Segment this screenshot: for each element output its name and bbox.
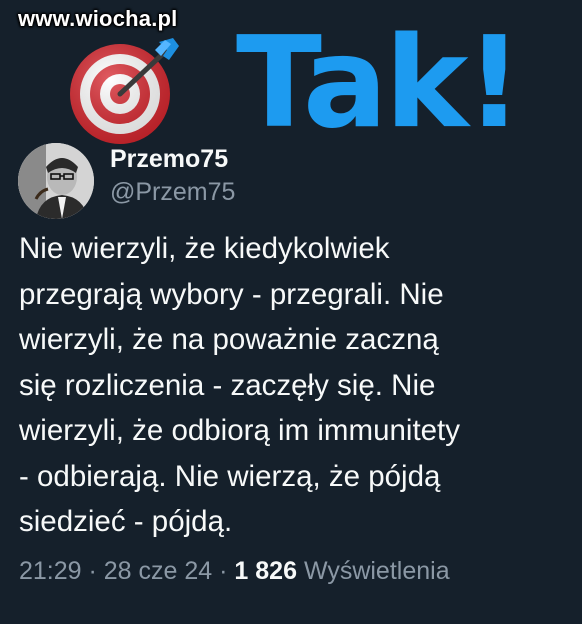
tweet-line: przegrają wybory - przegrali. Nie — [19, 277, 444, 311]
site-watermark: www.wiocha.pl — [18, 6, 178, 31]
target-with-arrow-icon — [70, 38, 179, 144]
tweet-date[interactable]: 28 cze 24 — [104, 557, 212, 585]
views-count[interactable]: 1 826 — [234, 557, 297, 585]
author-handle[interactable]: @Przem75 — [110, 178, 235, 207]
tweet-line: się rozliczenia - zaczęły się. Nie — [19, 368, 436, 402]
tweet-line: wierzyli, że odbiorą im immunitety — [19, 414, 460, 447]
tweet-line: - odbierają. Nie wierzą, że pójdą — [19, 459, 441, 493]
tweet-time[interactable]: 21:29 — [19, 557, 82, 585]
tweet-line: siedzieć - pójdą. — [19, 505, 233, 538]
meta-separator: · — [81, 557, 104, 585]
tweet-meta: 21:29 · 28 cze 24 · 1 826 Wyświetlenia — [19, 557, 450, 586]
headline-overlay: Tak! — [236, 9, 523, 156]
tweet-line: Nie wierzyli, że kiedykolwiek — [19, 232, 390, 265]
meta-separator: · — [212, 557, 235, 585]
profile-photo-icon — [18, 143, 94, 219]
tweet-body: Nie wierzyli, że kiedykolwiek przegrają … — [19, 226, 579, 545]
author-display-name[interactable]: Przemo75 — [110, 145, 228, 174]
views-label: Wyświetlenia — [303, 557, 450, 585]
tweet-line: wierzyli, że na poważnie zaczną — [19, 323, 439, 356]
avatar[interactable] — [18, 143, 94, 219]
